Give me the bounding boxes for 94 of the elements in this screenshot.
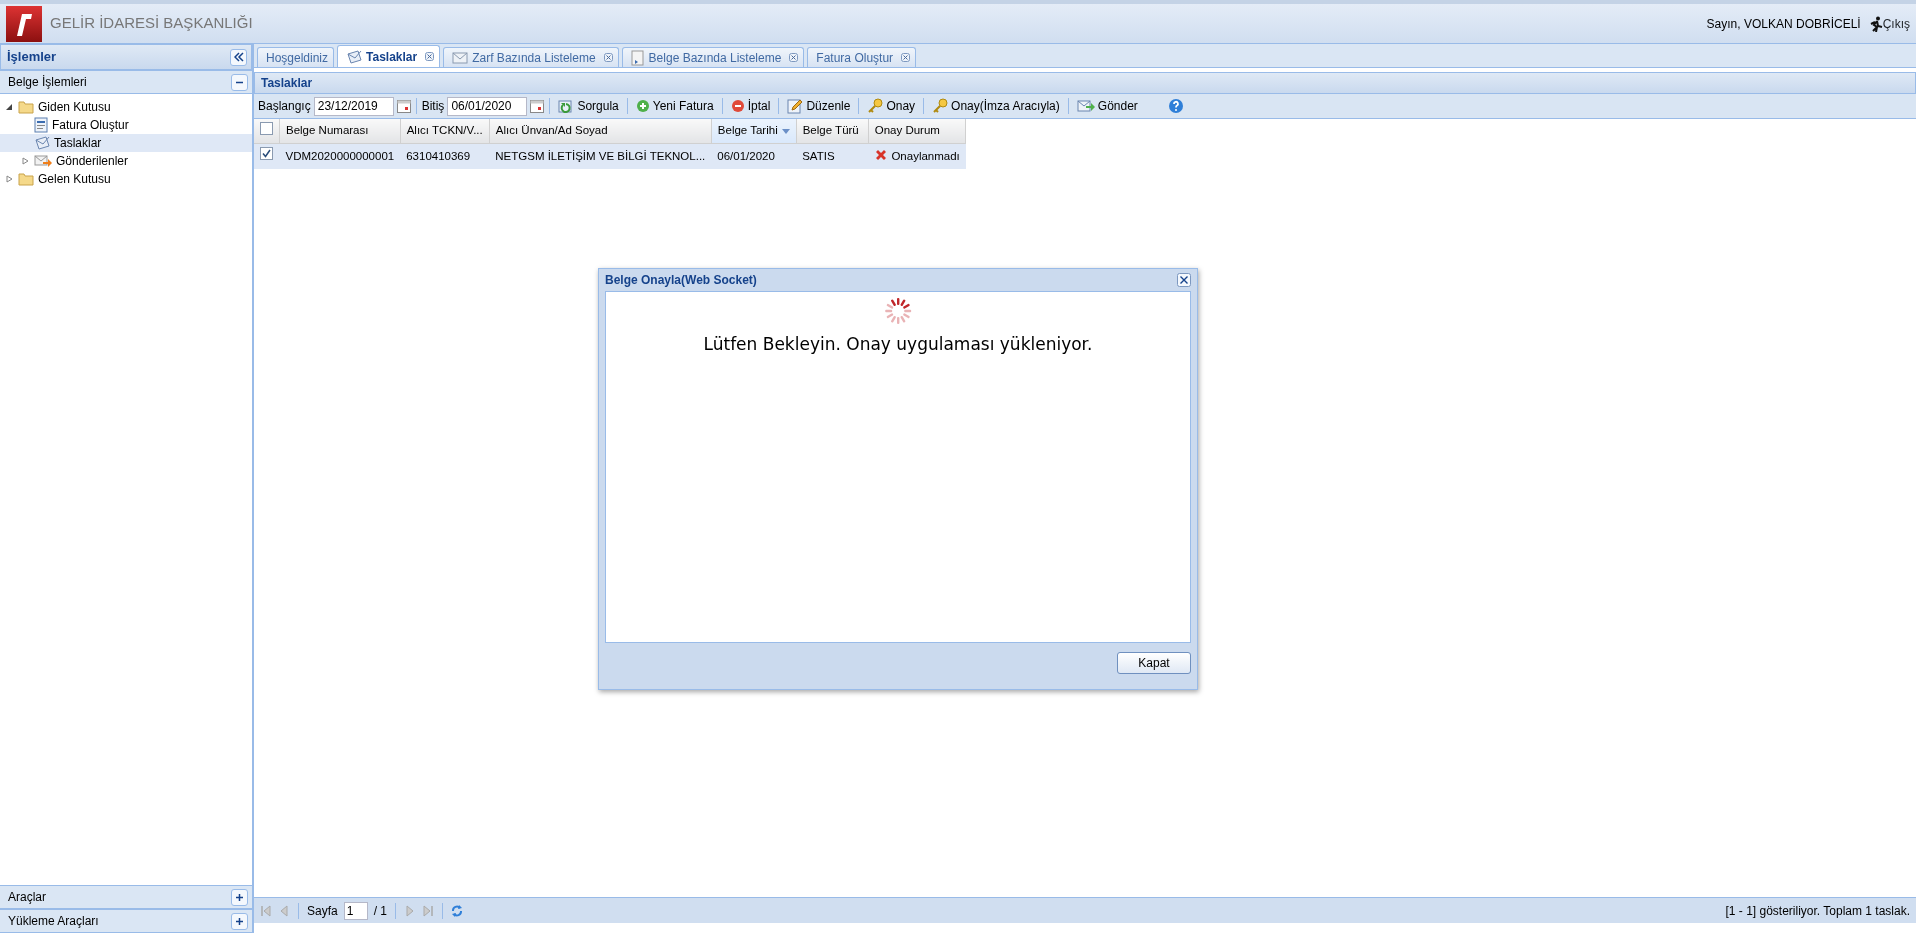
add-icon bbox=[635, 99, 650, 113]
tree-label: Giden Kutusu bbox=[38, 99, 111, 116]
toggle-button[interactable] bbox=[231, 912, 248, 930]
tree-item[interactable]: Taslaklar bbox=[0, 134, 252, 152]
folder-icon bbox=[18, 100, 34, 114]
toggle-button[interactable] bbox=[231, 888, 248, 906]
toolbar-button[interactable]: Onay(İmza Aracıyla) bbox=[929, 97, 1063, 115]
toolbar-button[interactable]: Düzenle bbox=[784, 97, 854, 115]
tree-label: Taslaklar bbox=[54, 135, 102, 152]
tree-label: Fatura Oluştur bbox=[52, 117, 129, 134]
table-cell: 06/01/2020 bbox=[711, 143, 797, 169]
page-label: Sayfa bbox=[307, 902, 338, 920]
minus-icon bbox=[730, 99, 745, 113]
tab[interactable]: Taslaklar bbox=[337, 45, 441, 67]
key-icon bbox=[867, 98, 884, 114]
tree-item[interactable]: Gelen Kutusu bbox=[0, 170, 252, 188]
close-icon bbox=[901, 53, 911, 62]
tree-item[interactable]: Giden Kutusu bbox=[0, 98, 252, 116]
logout-link[interactable]: Çıkış bbox=[1868, 14, 1910, 33]
key-icon bbox=[932, 98, 949, 114]
calendar-icon[interactable] bbox=[530, 99, 545, 113]
expand-icon bbox=[235, 892, 244, 902]
envelope-icon bbox=[34, 136, 50, 150]
table-cell: VDM2020000000001 bbox=[279, 143, 401, 169]
tree-item[interactable]: Fatura Oluştur bbox=[0, 116, 252, 134]
date-field[interactable]: 23/12/2019 bbox=[313, 96, 394, 116]
section-title: Araçlar bbox=[8, 889, 46, 906]
tab[interactable]: Belge Bazında Listeleme bbox=[621, 47, 805, 67]
date-field[interactable]: 06/01/2020 bbox=[447, 96, 528, 116]
tab[interactable]: Hoşgeldiniz bbox=[257, 47, 335, 67]
collapsed-arrow-icon bbox=[5, 175, 13, 183]
envelope-icon bbox=[452, 50, 469, 65]
folder-icon bbox=[18, 172, 34, 186]
column-header[interactable]: Onay Durum bbox=[868, 119, 966, 143]
field-label: Başlangıç bbox=[258, 98, 311, 115]
help-icon[interactable] bbox=[1167, 98, 1184, 114]
tab[interactable]: Zarf Bazında Listeleme bbox=[443, 47, 619, 67]
column-header[interactable]: Belge Türü bbox=[796, 119, 869, 143]
greeting-text: Sayın, VOLKAN DOBRİCELİ bbox=[1706, 15, 1861, 33]
paging-summary: [1 - 1] gösteriliyor. Toplam 1 taslak. bbox=[1725, 902, 1910, 920]
tab[interactable]: Fatura Oluştur bbox=[807, 47, 917, 67]
close-icon bbox=[425, 52, 435, 61]
toolbar-button[interactable]: Onay bbox=[864, 97, 919, 115]
close-icon bbox=[603, 53, 613, 62]
panel-title: Taslaklar bbox=[254, 72, 1916, 94]
page-field[interactable]: 1 bbox=[343, 901, 368, 920]
tree-label: Gönderilenler bbox=[56, 153, 129, 170]
toolbar-button[interactable]: Yeni Fatura bbox=[632, 97, 717, 115]
table-cell: Onaylanmadı bbox=[868, 143, 966, 169]
field-label: Bitiş bbox=[421, 98, 445, 115]
column-header[interactable]: Alıcı TCKN/V... bbox=[400, 119, 490, 143]
table-cell: NETGSM İLETİŞİM VE BİLGİ TEKNOL... bbox=[489, 143, 712, 169]
column-header[interactable]: Belge Tarihi bbox=[711, 119, 797, 143]
app-title: GELİR İDARESİ BAŞKANLIĞI bbox=[50, 13, 253, 34]
envelope-icon bbox=[1076, 99, 1095, 113]
envelope-icon bbox=[346, 49, 363, 64]
sidebar-title: İşlemler bbox=[7, 48, 57, 67]
section-title: Belge İşlemleri bbox=[8, 74, 87, 91]
close-icon bbox=[789, 53, 799, 62]
sort-arrow-icon bbox=[781, 129, 790, 135]
collapse-button[interactable] bbox=[230, 48, 247, 66]
spinner-icon bbox=[883, 296, 913, 326]
toolbar-button[interactable]: Gönder bbox=[1073, 97, 1141, 115]
form-icon bbox=[34, 117, 48, 133]
document-icon bbox=[630, 49, 645, 66]
refresh-icon[interactable] bbox=[451, 904, 464, 917]
collapsed-arrow-icon bbox=[21, 157, 29, 165]
close-button[interactable]: Kapat bbox=[1117, 652, 1191, 674]
close-icon[interactable] bbox=[1177, 273, 1191, 287]
table-cell: 6310410369 bbox=[400, 143, 490, 169]
toolbar-button[interactable]: İptal bbox=[727, 97, 774, 115]
toggle-button[interactable] bbox=[231, 73, 248, 91]
toolbar-button[interactable]: Sorgula bbox=[555, 97, 622, 115]
dialog-title: Belge Onayla(Web Socket) bbox=[605, 272, 757, 289]
checkbox[interactable] bbox=[260, 147, 273, 161]
loading-message: Lütfen Bekleyin. Onay uygulaması yükleniyor. bbox=[703, 333, 1093, 356]
table-cell: SATIS bbox=[796, 143, 869, 169]
checkbox[interactable] bbox=[260, 121, 273, 135]
edit-icon bbox=[787, 98, 804, 114]
tree-label: Gelen Kutusu bbox=[38, 171, 111, 188]
expand-icon bbox=[235, 916, 244, 926]
page-total: / 1 bbox=[373, 902, 388, 920]
section-title: Yükleme Araçları bbox=[8, 913, 99, 930]
expanded-arrow-icon bbox=[5, 103, 13, 111]
cross-icon bbox=[874, 147, 889, 162]
column-header[interactable]: Belge Numarası bbox=[279, 119, 401, 143]
column-header[interactable]: Alıcı Ünvan/Ad Soyad bbox=[489, 119, 712, 143]
refresh-icon bbox=[558, 98, 575, 114]
logo-icon bbox=[6, 5, 42, 42]
double-chevron-icon bbox=[233, 52, 244, 62]
running-person-icon bbox=[1868, 15, 1883, 32]
tree-item[interactable]: Gönderilenler bbox=[0, 152, 252, 170]
envelope-icon bbox=[34, 154, 52, 168]
calendar-icon[interactable] bbox=[396, 99, 411, 113]
